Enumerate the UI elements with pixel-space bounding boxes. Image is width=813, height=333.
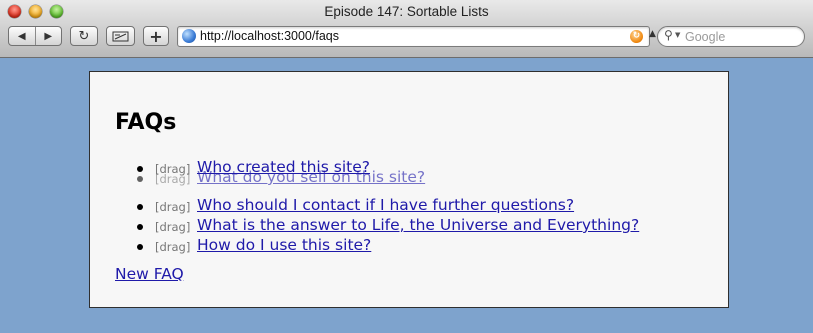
rss-icon[interactable]: ↻: [630, 30, 643, 43]
address-url[interactable]: http://localhost:3000/faqs: [200, 29, 339, 43]
address-dropdown-icon[interactable]: ▲: [649, 29, 656, 39]
bullet: [137, 244, 143, 250]
faq-link[interactable]: Who should I contact if I have further q…: [197, 196, 574, 214]
snapback-button[interactable]: [106, 26, 135, 46]
bullet: [137, 176, 143, 182]
reload-button[interactable]: ↻: [70, 26, 98, 46]
page-title: FAQs: [115, 110, 177, 135]
faq-link[interactable]: What do you sell on this site?: [197, 168, 425, 186]
drag-handle[interactable]: [drag]: [155, 200, 190, 214]
globe-icon: [182, 29, 196, 43]
drag-handle[interactable]: [drag]: [155, 240, 190, 254]
back-button[interactable]: ◀: [9, 27, 35, 45]
bullet: [137, 204, 143, 210]
window-titlebar: Episode 147: Sortable Lists ◀ ▶ ↻ + http…: [0, 0, 813, 58]
drag-handle[interactable]: [drag]: [155, 172, 190, 186]
forward-button[interactable]: ▶: [34, 27, 62, 45]
search-input[interactable]: [685, 28, 795, 45]
address-bar[interactable]: http://localhost:3000/faqs ↻: [177, 26, 650, 47]
window-title: Episode 147: Sortable Lists: [324, 4, 489, 19]
bullet: [137, 166, 143, 172]
search-dropdown-icon[interactable]: ▼: [675, 31, 680, 39]
page-content: FAQs [drag] Who created this site? [drag…: [89, 71, 729, 308]
faq-link[interactable]: How do I use this site?: [197, 236, 371, 254]
search-field[interactable]: ⚲ ▼: [657, 26, 805, 47]
new-faq-link[interactable]: New FAQ: [115, 265, 184, 283]
bullet: [137, 224, 143, 230]
back-arrow-icon: ◀: [17, 30, 26, 42]
add-bookmark-button[interactable]: +: [143, 26, 169, 46]
reload-icon: ↻: [78, 28, 90, 44]
plus-icon: +: [149, 26, 163, 46]
snapback-icon: [112, 31, 129, 41]
drag-handle[interactable]: [drag]: [155, 220, 190, 234]
faq-link[interactable]: What is the answer to Life, the Universe…: [197, 216, 639, 234]
forward-arrow-icon: ▶: [44, 30, 53, 42]
back-forward-group: ◀ ▶: [8, 26, 62, 46]
search-icon: ⚲: [664, 28, 673, 42]
